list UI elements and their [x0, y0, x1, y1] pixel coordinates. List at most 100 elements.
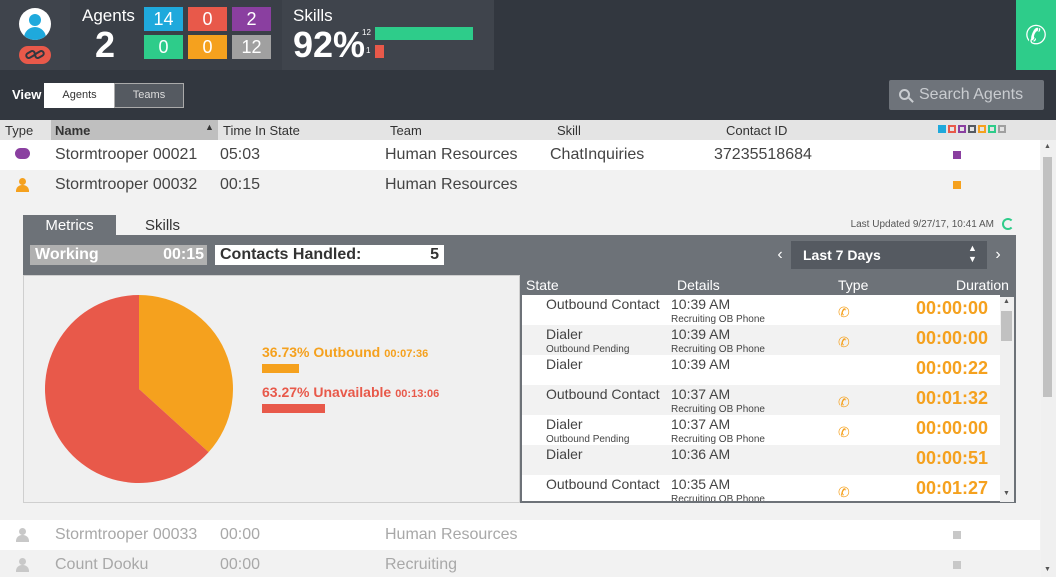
- row-name: Stormtrooper 00032: [55, 176, 198, 193]
- history-detail-sub: Recruiting OB Phone: [671, 344, 765, 355]
- column-name[interactable]: Name: [55, 123, 90, 138]
- history-time: 10:35 AM: [671, 476, 731, 492]
- row-time: 00:00: [220, 526, 261, 543]
- view-toggle-teams[interactable]: Teams: [114, 83, 184, 108]
- tab-skills[interactable]: Skills: [116, 215, 209, 237]
- history-duration: 00:01:27: [915, 478, 988, 498]
- dropdown-arrows-icon[interactable]: ▲ ▼: [968, 243, 977, 265]
- view-toggle-agents[interactable]: Agents: [44, 83, 115, 108]
- tab-metrics[interactable]: Metrics: [23, 215, 116, 237]
- history-state-sub: Outbound Pending: [546, 344, 630, 355]
- history-state: Outbound Contact: [546, 296, 660, 312]
- range-selector[interactable]: ‹ Last 7 Days ▲ ▼ ›: [769, 241, 1009, 269]
- legend-percent: 63.27% Unavailable: [262, 384, 392, 400]
- history-duration: 00:01:32: [915, 388, 988, 408]
- table-header-state[interactable]: State: [526, 277, 559, 293]
- history-duration: 00:00:22: [915, 358, 988, 378]
- next-range-button[interactable]: ›: [987, 241, 1009, 269]
- state-tile[interactable]: 0: [188, 35, 227, 59]
- filter-square-icon[interactable]: [958, 125, 966, 133]
- filter-square-icon[interactable]: [948, 125, 956, 133]
- list-scroll-down-icon[interactable]: ▼: [1044, 566, 1051, 573]
- view-label: View: [12, 87, 42, 102]
- filter-square-icon[interactable]: [988, 125, 996, 133]
- history-state-sub: Outbound Pending: [546, 434, 630, 445]
- skill-bar-number: 1: [366, 46, 371, 55]
- history-row[interactable]: Outbound Contact 10:37 AM Recruiting OB Ph…: [522, 385, 1000, 415]
- history-duration: 00:00:00: [915, 328, 988, 348]
- status-square: [953, 531, 961, 539]
- agent-row[interactable]: Stormtrooper 00021 05:03 Human Resources Ch…: [0, 140, 1040, 170]
- column-contact-id[interactable]: Contact ID: [726, 123, 787, 138]
- table-scroll-thumb[interactable]: [1001, 311, 1012, 341]
- legend-label: 36.73% Outbound 00:07:36: [262, 344, 428, 360]
- column-team[interactable]: Team: [390, 123, 422, 138]
- history-state: Dialer: [546, 416, 583, 432]
- history-row[interactable]: Dialer 10:39 AM 00:00:22: [522, 355, 1000, 385]
- scroll-up-icon[interactable]: ▲: [1003, 298, 1010, 305]
- history-row[interactable]: Dialer Outbound Pending 10:39 AM Recruiting…: [522, 325, 1000, 355]
- prev-range-button[interactable]: ‹: [769, 241, 791, 269]
- filter-square-icon[interactable]: [978, 125, 986, 133]
- phone-icon: ✆: [838, 334, 850, 350]
- history-detail-sub: Recruiting OB Phone: [671, 314, 765, 325]
- history-state: Outbound Contact: [546, 386, 660, 402]
- row-team: Human Resources: [385, 146, 518, 163]
- history-row[interactable]: Dialer 10:36 AM 00:00:51: [522, 445, 1000, 475]
- state-tile[interactable]: 0: [144, 35, 183, 59]
- phone-icon[interactable]: ✆: [1016, 0, 1056, 70]
- agent-profile[interactable]: [0, 0, 70, 70]
- status-square: [953, 151, 961, 159]
- agent-row[interactable]: Count Dooku 00:00 Recruiting: [0, 550, 1040, 577]
- filter-square-icon[interactable]: [998, 125, 1006, 133]
- filter-square-icon[interactable]: [938, 125, 946, 133]
- history-rows: Outbound Contact 10:39 AM Recruiting OB Ph…: [520, 295, 1016, 501]
- last-updated: Last Updated 9/27/17, 10:41 AM: [850, 219, 994, 230]
- skill-bar: [375, 45, 384, 58]
- agent-row[interactable]: Stormtrooper 00032 00:15 Human Resources: [0, 170, 1040, 200]
- scroll-down-icon[interactable]: ▼: [1003, 490, 1010, 497]
- skills-label: Skills: [293, 6, 333, 25]
- agents-label: Agents: [82, 6, 135, 25]
- refresh-icon[interactable]: [1002, 218, 1014, 230]
- table-header-duration[interactable]: Duration: [956, 277, 1009, 293]
- state-history-table: State Details Type Duration Outbound Con…: [520, 275, 1016, 503]
- legend-percent: 36.73% Outbound: [262, 344, 381, 360]
- search-input[interactable]: Search Agents: [889, 80, 1044, 110]
- skill-bar: [375, 27, 473, 40]
- state-tile[interactable]: 2: [232, 7, 271, 31]
- history-detail-sub: Recruiting OB Phone: [671, 494, 765, 501]
- phone-icon: ✆: [838, 424, 850, 440]
- history-state: Dialer: [546, 326, 583, 342]
- skill-bar-number: 12: [362, 28, 371, 37]
- avatar-icon[interactable]: [19, 8, 51, 40]
- table-header-type[interactable]: Type: [838, 277, 868, 293]
- state-tile[interactable]: 12: [232, 35, 271, 59]
- column-type[interactable]: Type: [5, 123, 33, 138]
- search-placeholder: Search Agents: [919, 86, 1024, 103]
- unavailable-icon[interactable]: [19, 46, 51, 64]
- history-time: 10:36 AM: [671, 446, 731, 462]
- column-time-in-state[interactable]: Time In State: [223, 123, 300, 138]
- phone-icon: ✆: [838, 484, 850, 500]
- history-detail-sub: Recruiting OB Phone: [671, 434, 765, 445]
- history-state: Outbound Contact: [546, 476, 660, 492]
- column-skill[interactable]: Skill: [557, 123, 581, 138]
- list-scroll-thumb[interactable]: [1043, 157, 1052, 397]
- filter-square-icon[interactable]: [968, 125, 976, 133]
- chat-icon: [15, 148, 30, 159]
- row-skill: ChatInquiries: [550, 146, 645, 163]
- phone-icon: ✆: [838, 394, 850, 410]
- agent-row[interactable]: Stormtrooper 00033 00:00 Human Resources: [0, 520, 1040, 550]
- history-row[interactable]: Dialer Outbound Pending 10:37 AM Recruiting…: [522, 415, 1000, 445]
- contacts-value: 5: [430, 246, 439, 263]
- state-tile[interactable]: 0: [188, 7, 227, 31]
- state-tile[interactable]: 14: [144, 7, 183, 31]
- history-row[interactable]: Outbound Contact 10:35 AM Recruiting OB Ph…: [522, 475, 1000, 501]
- list-scroll-up-icon[interactable]: ▲: [1044, 143, 1051, 150]
- sort-asc-icon[interactable]: ▲: [205, 122, 214, 132]
- history-row[interactable]: Outbound Contact 10:39 AM Recruiting OB Ph…: [522, 295, 1000, 325]
- range-dropdown[interactable]: Last 7 Days: [791, 241, 987, 269]
- legend-time: 00:13:06: [395, 388, 440, 400]
- table-header-details[interactable]: Details: [677, 277, 720, 293]
